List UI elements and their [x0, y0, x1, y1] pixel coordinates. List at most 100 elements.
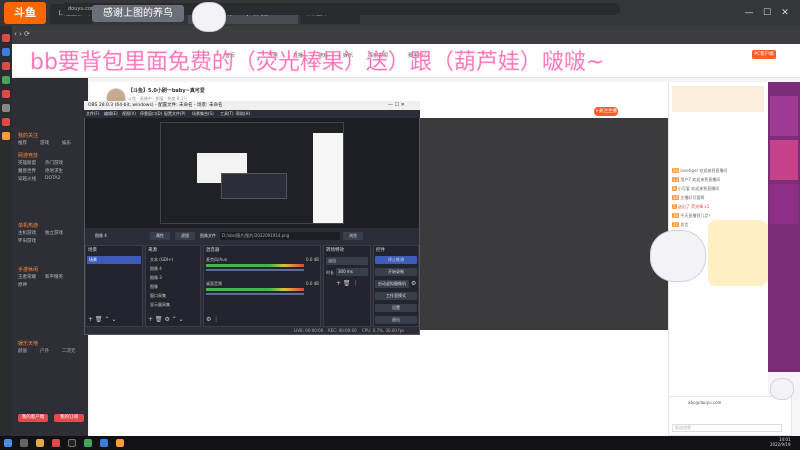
obs-window-controls[interactable]: — ☐ ✕ [388, 101, 420, 110]
sidebar-item[interactable]: 主机游戏 [18, 230, 36, 236]
search-icon[interactable] [20, 439, 28, 447]
subscribe-button[interactable]: 我的订阅 [54, 414, 84, 422]
app-icon[interactable] [2, 76, 10, 84]
app-icon[interactable] [2, 118, 10, 126]
chat-message: 8 小可爱 欢迎来到直播间 [672, 186, 764, 192]
menu-tools[interactable]: 工具(T) [220, 111, 234, 117]
sidebar-item[interactable]: 王者荣耀 [18, 274, 36, 280]
chat-input[interactable]: 发送消息 [672, 424, 782, 432]
source-item[interactable]: 文本 (GDI+) [150, 257, 173, 263]
promo-card[interactable] [770, 140, 798, 180]
sidebar-item[interactable]: 娱乐 [62, 140, 71, 146]
sidebar-item[interactable]: 穿越火线 [18, 176, 36, 182]
sidebar-item[interactable]: 二次元 [62, 348, 76, 354]
menu-scene-collection[interactable]: 场景集合(S) [192, 111, 214, 117]
folder-icon[interactable] [36, 439, 44, 447]
menu-profile[interactable]: 配置文件(P) [164, 111, 186, 117]
sidebar-item[interactable]: 颜值 [18, 348, 27, 354]
obs-preview[interactable] [160, 122, 344, 224]
back-icon[interactable]: ‹ › ⟳ [14, 30, 30, 38]
properties-button[interactable]: 属性 [150, 232, 170, 240]
follow-button[interactable]: +关注主播 [594, 107, 618, 116]
app-icon[interactable] [100, 439, 108, 447]
chat-text: 今天直播到几点？ [680, 213, 713, 218]
menu-help[interactable]: 帮助(H) [236, 111, 250, 117]
sidebar-item[interactable]: 游戏 [40, 140, 49, 146]
sidebar-item[interactable]: 热门游戏 [45, 160, 63, 166]
audio-meter [206, 264, 304, 267]
sidebar-item[interactable]: 原神 [18, 282, 27, 288]
sidebar-item[interactable]: 怀旧游戏 [18, 238, 36, 244]
studio-mode-button[interactable]: 工作室模式 [375, 292, 417, 300]
volume-slider[interactable] [206, 269, 304, 271]
browser-icon[interactable] [52, 439, 60, 447]
chat-message: 20 lovetiger 欢迎来到直播间 [672, 168, 764, 174]
app-icon[interactable] [116, 439, 124, 447]
start-icon[interactable] [4, 439, 12, 447]
chat-message: 30 今天直播到几点？ [672, 213, 764, 219]
sidebar-item[interactable]: 和平精英 [45, 274, 63, 280]
source-item[interactable]: 图像 [150, 284, 158, 290]
sidebar-item[interactable]: 推荐 [18, 140, 27, 146]
volume-slider[interactable] [206, 293, 304, 295]
preview-nested-obs [221, 173, 287, 199]
menu-edit[interactable]: 编辑(E) [104, 111, 118, 117]
controls-title: 控件 [376, 248, 385, 253]
sidebar-section-title: 网游竞技 [18, 153, 39, 159]
sidebar-item[interactable]: 英雄联盟 [18, 160, 36, 166]
mixer-settings-icon[interactable]: ⚙ ⋮ [206, 316, 219, 323]
close-icon[interactable]: ✕ [778, 6, 792, 20]
virtual-camera-button[interactable]: 启动虚拟摄像机 [375, 280, 409, 288]
source-add-icon[interactable]: + 🗑 ⚙ ⌃ ⌄ [148, 316, 184, 323]
mixer-track-name: 桌面音频 [206, 281, 222, 286]
menu-view[interactable]: 视图(V) [122, 111, 136, 117]
obs-icon[interactable] [68, 439, 76, 447]
mixer-track-name: 麦克风/Aux [206, 257, 227, 262]
image-file-path[interactable]: D:/obs/图片/图片/2022091914.png [220, 232, 340, 240]
start-recording-button[interactable]: 开始录制 [375, 268, 417, 276]
filters-button[interactable]: 滤镜 [175, 232, 195, 240]
sidebar-item[interactable]: DOTA2 [45, 176, 60, 181]
audio-meter [206, 288, 304, 291]
browse-button[interactable]: 浏览 [343, 232, 363, 240]
sidebar-item[interactable]: 魔兽世界 [18, 168, 36, 174]
app-icon[interactable] [2, 132, 10, 140]
minimize-icon[interactable]: — [742, 6, 756, 20]
sidebar-section-title: 我的关注 [18, 133, 39, 139]
source-item[interactable]: 窗口采集 [150, 293, 166, 299]
app-icon[interactable] [2, 90, 10, 98]
transition-select[interactable]: 淡出 [326, 257, 368, 265]
source-item[interactable]: 显示器采集 [150, 302, 170, 308]
mixer-track-db: 0.0 dB [306, 281, 319, 286]
chat-text: 发言 [680, 222, 689, 227]
menu-docks[interactable]: 停靠窗口(D) [140, 111, 162, 117]
pc-client-button[interactable]: PC客户端 [752, 50, 776, 59]
mascot-sticker-icon [650, 230, 706, 282]
virtual-camera-gear-icon[interactable]: ⚙ [411, 280, 416, 287]
sidebar-item[interactable]: 绝地求生 [45, 168, 63, 174]
promo-card[interactable] [770, 96, 798, 136]
client-button[interactable]: 我的客户端 [18, 414, 48, 422]
sidebar-section-title: 单机热游 [18, 223, 39, 229]
app-icon[interactable] [2, 62, 10, 70]
sidebar-item[interactable]: 户外 [40, 348, 49, 354]
scene-add-icon[interactable]: + 🗑 ⌃ ⌄ [88, 316, 116, 323]
app-icon[interactable] [2, 104, 10, 112]
promo-card[interactable] [770, 184, 798, 224]
app-icon[interactable] [84, 439, 92, 447]
app-icon[interactable] [2, 48, 10, 56]
sidebar-item[interactable]: 独立游戏 [45, 230, 63, 236]
scene-item[interactable]: 场景 [87, 256, 141, 264]
source-item[interactable]: 图像 3 [150, 275, 162, 281]
system-clock[interactable]: 14:01 2022/9/19 [770, 437, 791, 447]
menu-file[interactable]: 文件(F) [86, 111, 99, 117]
settings-button[interactable]: 设置 [375, 304, 417, 312]
transition-add-icon[interactable]: + 🗑 ⋮ [336, 280, 358, 287]
app-icon[interactable] [2, 34, 10, 42]
maximize-icon[interactable]: ☐ [760, 6, 774, 20]
sidebar-section-title: 娱乐天地 [18, 341, 39, 347]
source-item[interactable]: 图像 4 [150, 266, 162, 272]
exit-button[interactable]: 退出 [375, 316, 417, 324]
duration-input[interactable]: 300 ms [336, 268, 368, 276]
stop-streaming-button[interactable]: 停止推流 [375, 256, 417, 264]
